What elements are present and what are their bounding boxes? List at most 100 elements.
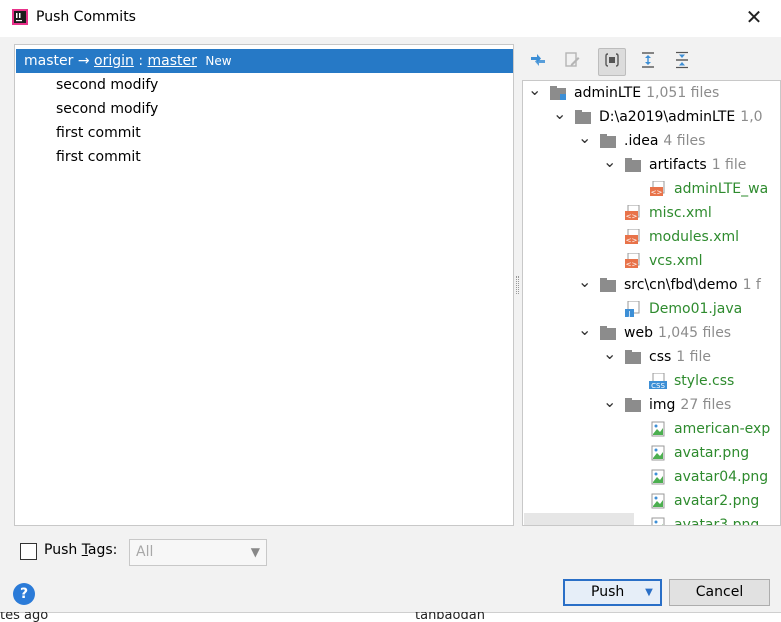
tree-node[interactable]: <> misc.xml <box>523 201 780 225</box>
tree-node[interactable]: <> adminLTE_wa <box>523 177 780 201</box>
remote-name-link[interactable]: origin <box>94 53 134 69</box>
tree-node[interactable]: ⌄ css 1 file <box>523 345 780 369</box>
tree-node[interactable]: J Demo01.java <box>523 297 780 321</box>
image-file-icon <box>649 445 667 461</box>
svg-text:J: J <box>627 310 630 317</box>
tags-select[interactable]: All ▼ <box>129 539 267 566</box>
chevron-down-icon[interactable]: ⌄ <box>528 81 541 105</box>
push-button-label: Push <box>591 584 625 600</box>
group-by-directory-icon <box>603 51 621 73</box>
tree-node-label: adminLTE_wa <box>674 181 769 197</box>
tree-node-label: avatar3.png <box>674 517 760 526</box>
background-text: tes ago <box>0 612 49 622</box>
edit-source-button[interactable] <box>558 48 586 76</box>
chevron-down-icon[interactable]: ⌄ <box>603 345 616 369</box>
tree-node[interactable]: <> modules.xml <box>523 225 780 249</box>
commit-list-panel: master → origin : master New second modi… <box>14 44 514 526</box>
cancel-button[interactable]: Cancel <box>669 579 770 606</box>
tree-node[interactable]: american-exp <box>523 417 780 441</box>
tree-node-label: Demo01.java <box>649 301 743 317</box>
chevron-down-icon[interactable]: ⌄ <box>603 393 616 417</box>
panel-splitter[interactable] <box>514 44 522 526</box>
tree-node-label: avatar.png <box>674 445 750 461</box>
remote-branch-link[interactable]: master <box>148 53 197 69</box>
svg-text:<>: <> <box>651 189 663 197</box>
chevron-down-icon: ▼ <box>250 545 260 559</box>
branch-separator: : <box>138 53 144 69</box>
branch-row[interactable]: master → origin : master New <box>16 49 513 73</box>
folder-icon <box>599 277 617 293</box>
horizontal-scrollbar-thumb[interactable] <box>524 513 634 525</box>
group-by-directory-button[interactable] <box>598 48 626 76</box>
push-button[interactable]: Push ▼ <box>563 579 662 606</box>
chevron-down-icon[interactable]: ⌄ <box>603 153 616 177</box>
title-bar: Push Commits ✕ <box>0 0 781 37</box>
tree-node[interactable]: avatar2.png <box>523 489 780 513</box>
folder-icon <box>599 133 617 149</box>
tree-node[interactable]: ⌄ adminLTE 1,051 files <box>523 81 780 105</box>
tree-node-label: avatar04.png <box>674 469 769 485</box>
push-commits-dialog: Push Commits ✕ master → origin : master … <box>0 0 781 612</box>
tree-node[interactable]: ⌄ src\cn\fbd\demo 1 f <box>523 273 780 297</box>
tree-node-label: css 1 file <box>649 349 711 365</box>
background-window-strip: tes ago tanbaodan <box>0 612 781 622</box>
changes-toolbar <box>522 44 781 80</box>
tree-node[interactable]: ⌄ img 27 files <box>523 393 780 417</box>
tree-node-label: american-exp <box>674 421 771 437</box>
java-file-icon: J <box>624 300 642 318</box>
tree-node-label: img 27 files <box>649 397 732 413</box>
file-count: 1 f <box>742 277 761 293</box>
file-count: 1,051 files <box>646 85 720 101</box>
dropdown-arrow-icon[interactable]: ▼ <box>639 581 659 604</box>
xml-file-icon: <> <box>649 180 667 197</box>
tree-node[interactable]: ⌄ artifacts 1 file <box>523 153 780 177</box>
svg-text:<>: <> <box>626 213 638 221</box>
chevron-down-icon[interactable]: ⌄ <box>578 273 591 297</box>
collapse-all-button[interactable] <box>668 48 696 76</box>
tree-node-label: modules.xml <box>649 229 740 245</box>
diff-button[interactable] <box>524 48 552 76</box>
diff-icon <box>529 51 547 73</box>
chevron-down-icon[interactable]: ⌄ <box>578 129 591 153</box>
tree-node-label: .idea 4 files <box>624 133 706 149</box>
tree-node-label: artifacts 1 file <box>649 157 747 173</box>
commit-item[interactable]: first commit <box>56 121 141 145</box>
chevron-down-icon[interactable]: ⌄ <box>578 321 591 345</box>
push-tags-label: Push Tags: <box>44 542 118 558</box>
tree-node[interactable]: CSS style.css <box>523 369 780 393</box>
commit-item[interactable]: second modify <box>56 73 158 97</box>
file-count: 1 file <box>676 349 711 365</box>
folder-icon <box>624 397 642 413</box>
file-count: 1 file <box>711 157 747 173</box>
folder-icon <box>599 325 617 341</box>
push-arrow: → <box>77 53 90 69</box>
window-title: Push Commits <box>36 9 136 25</box>
close-icon[interactable]: ✕ <box>742 6 766 30</box>
svg-text:<>: <> <box>626 237 638 245</box>
svg-text:<>: <> <box>626 261 638 269</box>
tree-node[interactable]: avatar04.png <box>523 465 780 489</box>
tree-node[interactable]: <> vcs.xml <box>523 249 780 273</box>
tree-node-label: vcs.xml <box>649 253 703 269</box>
file-count: 1,045 files <box>657 325 732 341</box>
commit-item[interactable]: second modify <box>56 97 158 121</box>
image-file-icon <box>649 517 667 525</box>
push-tags-checkbox[interactable] <box>20 543 37 560</box>
tree-node-label: adminLTE 1,051 files <box>574 85 720 101</box>
tree-node[interactable]: ⌄ .idea 4 files <box>523 129 780 153</box>
folder-icon <box>624 157 642 173</box>
tree-node[interactable]: ⌄ D:\a2019\adminLTE 1,0 <box>523 105 780 129</box>
commit-item[interactable]: first commit <box>56 145 141 169</box>
local-branch: master <box>24 53 74 69</box>
tree-node[interactable]: avatar.png <box>523 441 780 465</box>
expand-all-button[interactable] <box>634 48 662 76</box>
expand-all-icon <box>639 51 657 73</box>
splitter-grip-icon[interactable] <box>516 276 519 294</box>
tree-node-label: avatar2.png <box>674 493 760 509</box>
folder-icon <box>624 349 642 365</box>
svg-text:CSS: CSS <box>651 382 665 389</box>
chevron-down-icon[interactable]: ⌄ <box>553 105 566 129</box>
tree-node[interactable]: ⌄ web 1,045 files <box>523 321 780 345</box>
intellij-logo-icon <box>12 9 28 25</box>
help-icon[interactable]: ? <box>13 583 35 605</box>
